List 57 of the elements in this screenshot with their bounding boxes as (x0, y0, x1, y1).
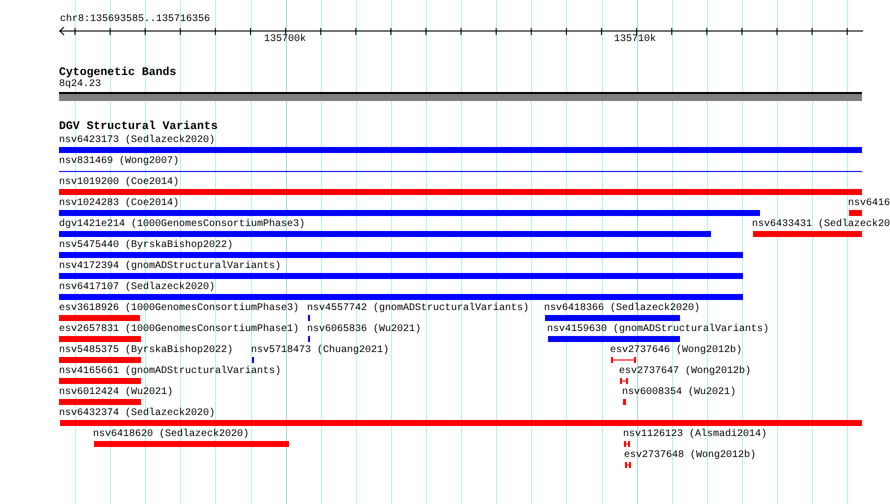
feature-label[interactable]: nsv6423173 (Sedlazeck2020) (59, 135, 216, 147)
location-label: chr8:135693585..135716356 (60, 14, 210, 26)
variant-bar[interactable] (545, 315, 680, 321)
feature-label[interactable]: nsv6418366 (Sedlazeck2020) (544, 303, 700, 315)
variant-bar[interactable] (548, 336, 680, 342)
feature-label[interactable]: nsv4172394 (gnomADStructuralVariants) (59, 261, 282, 273)
feature-label[interactable]: esv3618926 (1000GenomesConsortiumPhase3) (59, 303, 300, 315)
variant-bar[interactable] (60, 420, 862, 426)
feature-label[interactable]: nsv5475440 (ByrskaBishop2022) (59, 240, 234, 252)
variant-bar[interactable] (59, 357, 141, 363)
feature-label[interactable]: esv2657831 (1000GenomesConsortiumPhase1) (59, 324, 300, 336)
track-title: Cytogenetic Bands (59, 66, 176, 79)
feature-label[interactable]: nsv6417107 (Sedlazeck2020) (59, 282, 216, 294)
feature-label[interactable]: nsv6433431 (Sedlazeck20 (752, 219, 890, 231)
variant-bar[interactable] (59, 378, 141, 384)
feature-label[interactable]: nsv831469 (Wong2007) (59, 156, 180, 168)
variant-bar[interactable] (59, 273, 743, 279)
feature-label[interactable]: dgv1421e214 (1000GenomesConsortiumPhase3) (59, 219, 306, 231)
feature-label[interactable]: nsv6418620 (Sedlazeck2020) (93, 429, 250, 441)
feature-label[interactable]: nsv1126123 (Alsmadi2014) (623, 429, 768, 441)
feature-label[interactable]: nsv5718473 (Chuang2021) (251, 345, 390, 357)
tick-label: 135700k (264, 34, 306, 46)
feature-label[interactable]: esv2737646 (Wong2012b) (610, 345, 742, 357)
band-label: 8q24.23 (59, 79, 102, 91)
variant-bar[interactable] (59, 231, 711, 237)
variant-bar[interactable] (59, 294, 743, 300)
variant-range[interactable] (611, 357, 636, 363)
feature-label[interactable]: nsv1019200 (Coe2014) (59, 177, 180, 189)
variant-bar[interactable] (623, 399, 626, 405)
variant-bar[interactable] (849, 210, 862, 216)
feature-label[interactable]: nsv1024283 (Coe2014) (59, 198, 180, 210)
feature-label[interactable]: nsv5485375 (ByrskaBishop2022) (59, 345, 234, 357)
feature-label[interactable]: nsv6012424 (Wu2021) (59, 387, 174, 399)
variant-bar[interactable] (59, 399, 141, 405)
feature-label[interactable]: nsv4165661 (gnomADStructuralVariants) (59, 366, 282, 378)
feature-label[interactable]: nsv4159630 (gnomADStructuralVariants) (547, 324, 770, 336)
variant-bar[interactable] (59, 252, 743, 258)
variant-bar[interactable] (59, 147, 862, 153)
feature-label[interactable]: nsv4557742 (gnomADStructuralVariants) (307, 303, 530, 315)
feature-label[interactable]: nsv6065836 (Wu2021) (307, 324, 422, 336)
feature-label[interactable]: nsv6008354 (Wu2021) (622, 387, 736, 399)
variant-range[interactable] (624, 441, 630, 447)
feature-label[interactable]: esv2737647 (Wong2012b) (619, 366, 752, 378)
variant-bar[interactable] (59, 315, 140, 321)
variant-bar[interactable] (59, 336, 141, 342)
variant-bar[interactable] (59, 189, 862, 195)
variant-bar[interactable] (753, 231, 862, 237)
variant-bar[interactable] (94, 441, 289, 447)
variant-range[interactable] (625, 462, 631, 468)
tick-label: 135710k (614, 34, 656, 46)
variant-range[interactable] (620, 378, 628, 384)
variant-line[interactable] (59, 171, 862, 172)
feature-label[interactable]: nsv6432374 (Sedlazeck2020) (59, 408, 216, 420)
feature-label[interactable]: nsv6416 (848, 198, 890, 210)
track-title: DGV Structural Variants (59, 120, 218, 134)
variant-bar[interactable] (59, 210, 760, 216)
feature-label[interactable]: esv2737648 (Wong2012b) (624, 450, 756, 462)
